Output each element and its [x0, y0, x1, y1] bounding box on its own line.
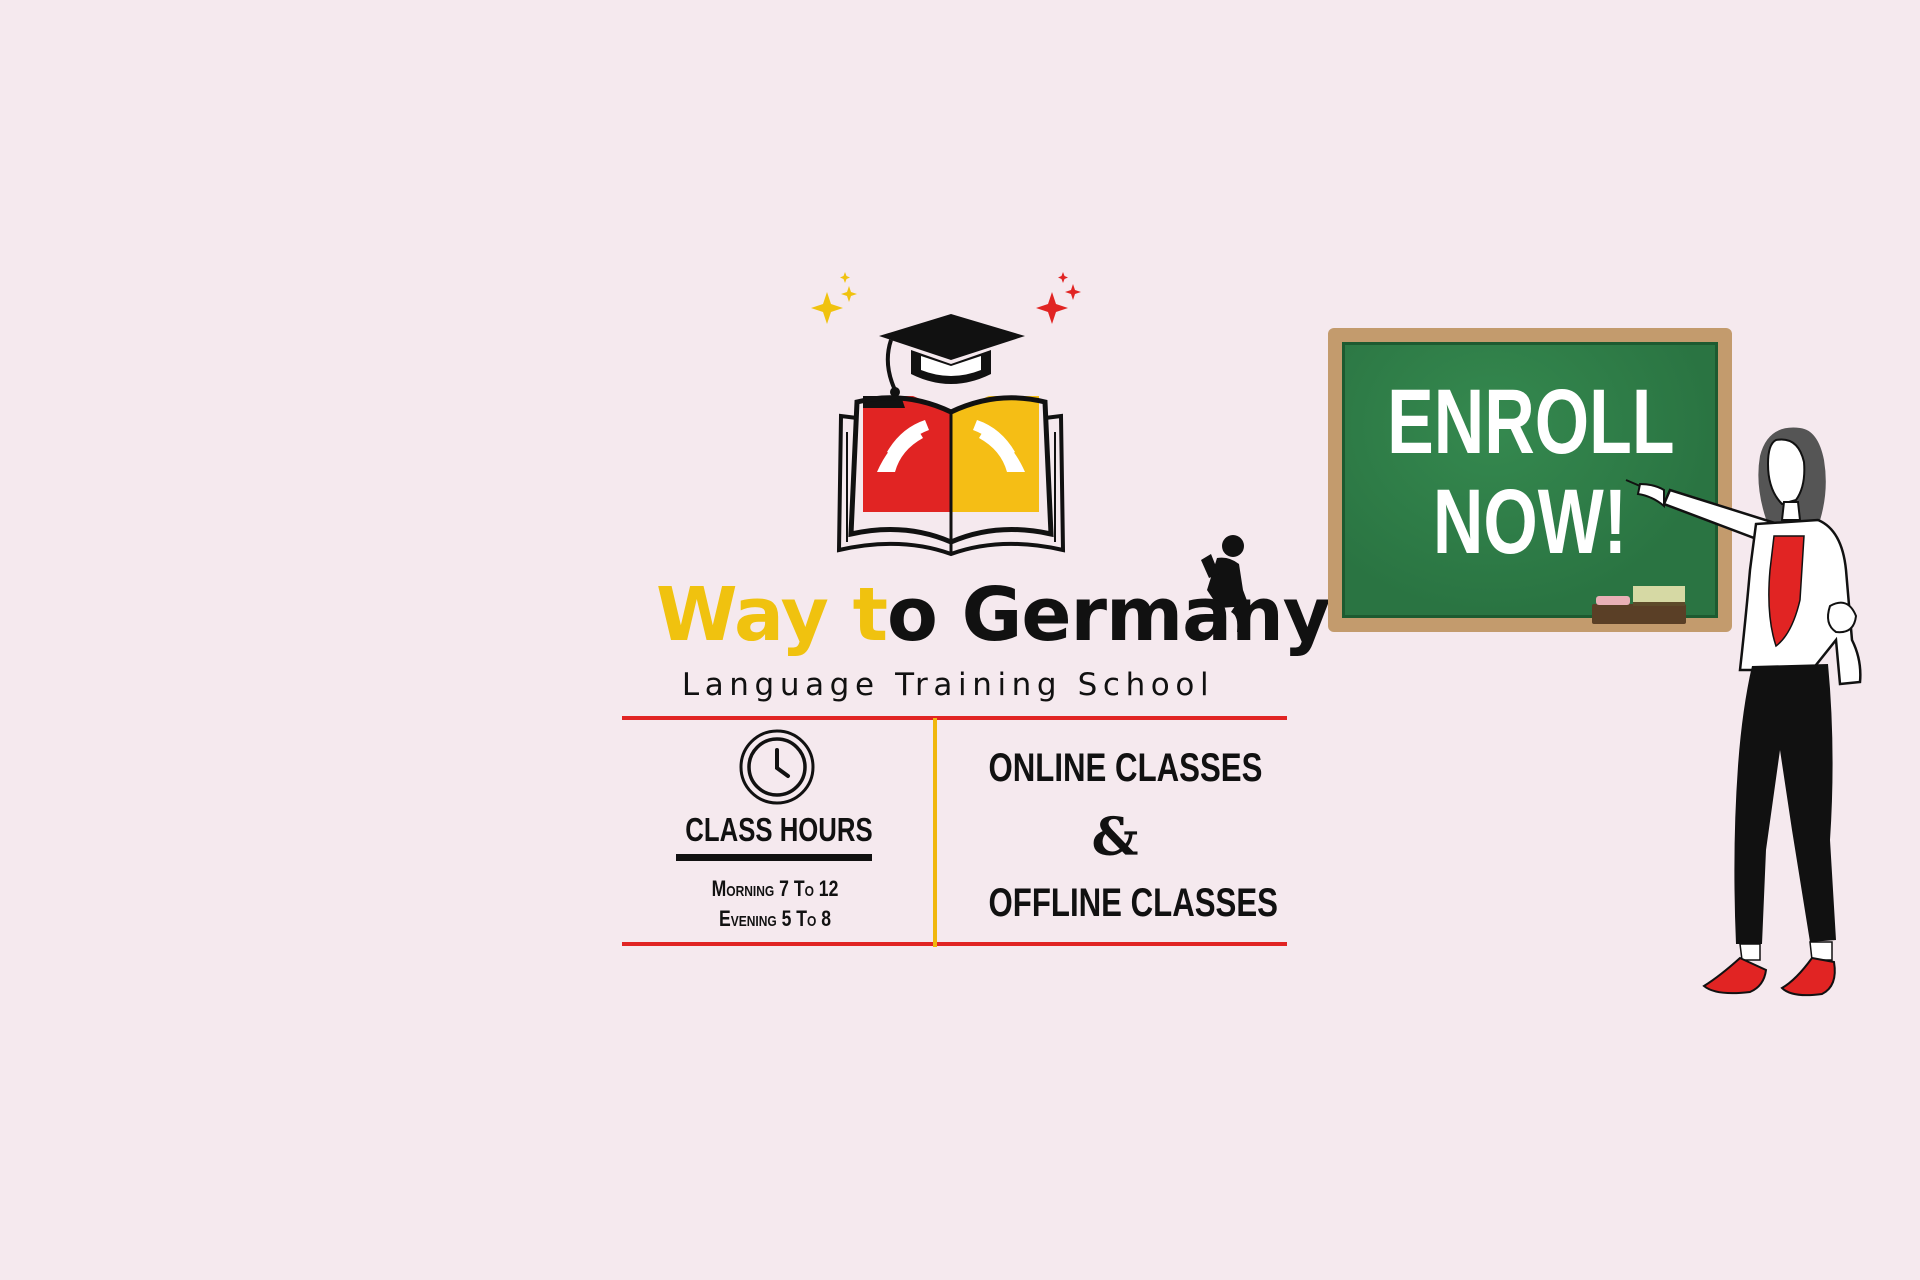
center-divider	[933, 718, 937, 947]
logo-title: Way to Germany	[656, 572, 1331, 658]
bottom-divider	[622, 942, 1287, 946]
online-classes-label: ONLINE CLASSES	[988, 746, 1263, 790]
logo-subtitle: Language Training School	[681, 667, 1215, 703]
teacher-illustration	[1625, 427, 1862, 997]
logo-title-part: Way	[656, 572, 853, 658]
sparkle-icon	[811, 272, 857, 324]
sparkle-icon	[1036, 272, 1081, 324]
logo-title-part: t	[852, 572, 888, 658]
morning-hours: Morning 7 To 12	[711, 876, 839, 901]
evening-hours: Evening 5 To 8	[718, 906, 832, 931]
class-hours-underline	[676, 854, 872, 861]
class-hours-title: CLASS HOURS	[685, 811, 873, 848]
offline-classes-label: OFFLINE CLASSES	[988, 881, 1278, 925]
graduation-cap-icon	[879, 314, 1025, 397]
ampersand: &	[1091, 807, 1139, 868]
logo-title-part: o Germany	[887, 572, 1331, 658]
top-divider	[622, 716, 1287, 720]
open-book-icon	[836, 395, 1066, 557]
clock-icon	[739, 729, 815, 805]
